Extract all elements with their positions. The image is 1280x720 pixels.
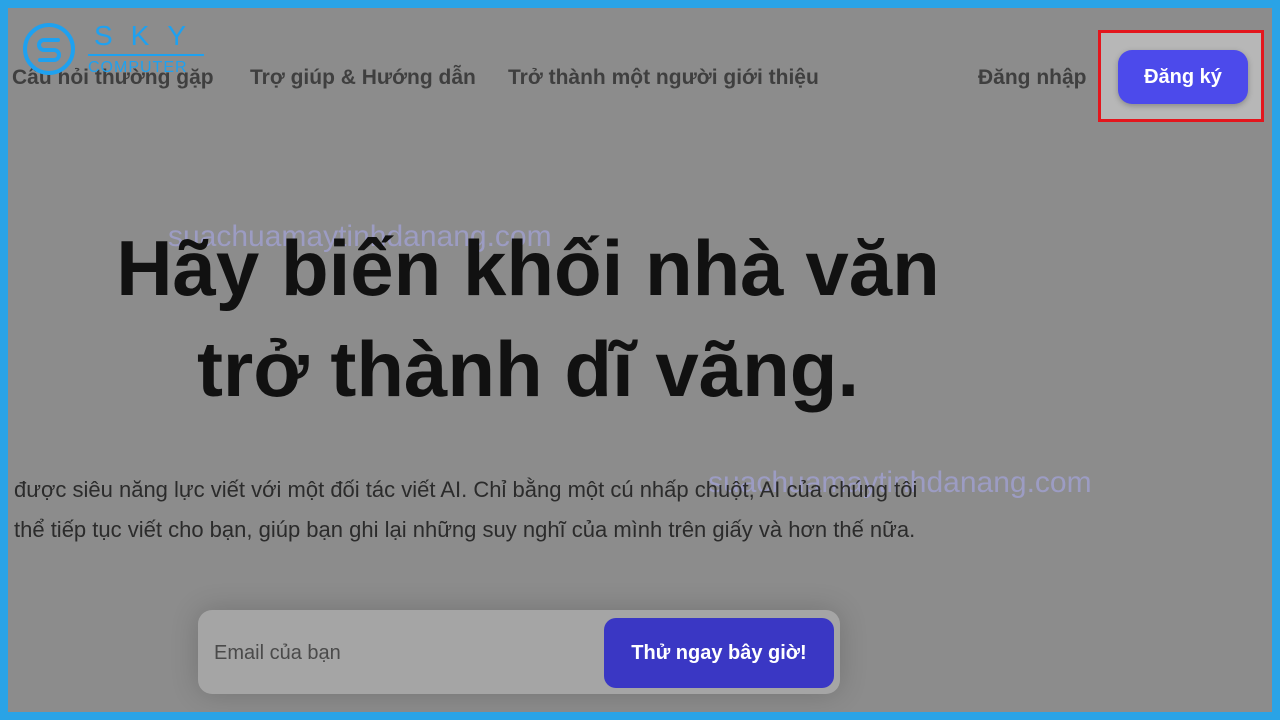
email-input[interactable] (212, 620, 596, 686)
logo-top-text: SKY (94, 20, 205, 51)
email-signup-form: Thử ngay bây giờ! (198, 610, 840, 694)
login-link[interactable]: Đăng nhập (978, 66, 1087, 90)
logo-bottom-text: COMPUTER (88, 54, 205, 76)
sky-computer-logo: SKY COMPUTER (22, 20, 205, 76)
hero-title-line-2: trở thành dĩ vãng. (196, 325, 860, 414)
nav-link-help[interactable]: Trợ giúp & Hướng dẫn (250, 66, 476, 90)
signup-button[interactable]: Đăng ký (1118, 50, 1248, 104)
nav-link-referrer[interactable]: Trở thành một người giới thiệu (508, 66, 819, 90)
page-frame: SKY COMPUTER Câu hỏi thường gặp Trợ giúp… (8, 8, 1272, 712)
hero-title: Hãy biến khối nhà văn trở thành dĩ vãng. (8, 218, 1048, 421)
logo-icon (23, 23, 75, 75)
try-now-button[interactable]: Thử ngay bây giờ! (604, 618, 834, 688)
hero-desc-line-2: thể tiếp tục viết cho bạn, giúp bạn ghi … (14, 517, 916, 542)
hero-title-line-1: Hãy biến khối nhà văn (116, 224, 940, 312)
hero-description: được siêu năng lực viết với một đối tác … (14, 470, 1134, 550)
hero-desc-line-1: được siêu năng lực viết với một đối tác … (14, 477, 918, 502)
